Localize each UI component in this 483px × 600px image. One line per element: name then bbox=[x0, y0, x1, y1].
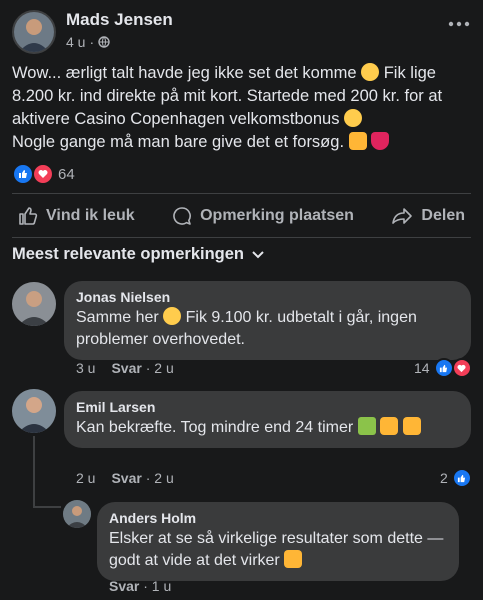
reaction-count[interactable]: 64 bbox=[58, 166, 75, 183]
post-text-part3: Nogle gange må man bare give det et fors… bbox=[12, 133, 345, 151]
meta-separator: · bbox=[89, 34, 95, 50]
smiling-face-emoji-icon bbox=[163, 307, 182, 325]
comment-time[interactable]: 2 u bbox=[76, 470, 95, 486]
reply-time: · 2 u bbox=[145, 470, 174, 486]
more-options-button[interactable] bbox=[448, 8, 470, 34]
like-button-label: Vind ik leuk bbox=[46, 207, 135, 224]
reply-time: · 2 u bbox=[145, 360, 174, 376]
post-time[interactable]: 4 u bbox=[66, 34, 85, 50]
money-with-wings-emoji-icon bbox=[357, 417, 376, 435]
comment-reaction-count: 14 bbox=[414, 360, 430, 376]
like-reaction-icon bbox=[433, 358, 454, 378]
person-avatar-icon bbox=[14, 12, 54, 52]
divider bbox=[12, 193, 471, 194]
commenter-name[interactable]: Jonas Nielsen bbox=[76, 289, 459, 305]
post-meta: 4 u · bbox=[66, 34, 110, 50]
sort-label: Meest relevante opmerkingen bbox=[12, 245, 244, 263]
comment-bubble: Anders Holm Elsker at se så virkelige re… bbox=[97, 502, 459, 581]
comment-meta: 3 u Svar · 2 u bbox=[76, 360, 174, 376]
comment-button[interactable]: Opmerking plaatsen bbox=[166, 206, 360, 226]
person-avatar-icon bbox=[63, 500, 91, 528]
thumbs-up-emoji-icon bbox=[380, 417, 399, 435]
comment-meta: Svar · 1 u bbox=[109, 578, 171, 594]
commenter-name[interactable]: Emil Larsen bbox=[76, 399, 459, 415]
commenter-avatar[interactable] bbox=[63, 500, 91, 528]
person-avatar-icon bbox=[12, 389, 56, 433]
reply-thread-connector bbox=[33, 506, 61, 508]
post-body: Wow... ærligt talt havde jeg ikke set de… bbox=[12, 62, 472, 154]
globe-icon bbox=[98, 36, 110, 48]
more-horizontal-icon bbox=[448, 21, 470, 27]
grinning-sweat-emoji-icon bbox=[344, 109, 363, 127]
raising-hands-emoji-icon bbox=[284, 550, 303, 568]
thumbs-up-emoji-icon bbox=[348, 132, 367, 150]
comment-sort-dropdown[interactable]: Meest relevante opmerkingen bbox=[12, 245, 264, 264]
post-reactions[interactable]: 64 bbox=[12, 163, 75, 185]
comment-text: Elsker at se så virkelige resultater som… bbox=[109, 528, 447, 572]
comment-text-part1: Elsker at se så virkelige resultater som… bbox=[109, 530, 444, 569]
love-reaction-icon bbox=[32, 163, 54, 185]
flushed-face-emoji-icon bbox=[361, 63, 380, 81]
post-text-part1: Wow... ærligt talt havde jeg ikke set de… bbox=[12, 64, 357, 82]
reply-time: · 1 u bbox=[143, 578, 172, 594]
love-reaction-icon bbox=[451, 358, 472, 378]
share-arrow-icon bbox=[392, 208, 413, 224]
divider bbox=[12, 237, 471, 238]
comment-meta: 2 u Svar · 2 u bbox=[76, 470, 174, 486]
comment-text: Samme her Fik 9.100 kr. udbetalt i går, … bbox=[76, 307, 459, 351]
post-actions-bar: Vind ik leuk Opmerking plaatsen Delen bbox=[12, 196, 471, 236]
share-button-label: Delen bbox=[421, 207, 465, 224]
reply-thread-line bbox=[33, 436, 35, 508]
reply-button[interactable]: Svar bbox=[109, 578, 139, 594]
share-button[interactable]: Delen bbox=[385, 206, 471, 226]
comment-text-part1: Samme her bbox=[76, 309, 159, 326]
comment-text: Kan bekræfte. Tog mindre end 24 timer bbox=[76, 417, 459, 439]
comment-reactions[interactable]: 14 bbox=[414, 358, 472, 378]
reply-button[interactable]: Svar bbox=[111, 470, 141, 486]
commenter-avatar[interactable] bbox=[12, 389, 56, 433]
commenter-name[interactable]: Anders Holm bbox=[109, 510, 447, 526]
post-author-name[interactable]: Mads Jensen bbox=[66, 10, 173, 30]
thumbs-up-emoji-icon bbox=[402, 417, 421, 435]
comment-reactions[interactable]: 2 bbox=[440, 468, 472, 488]
chevron-down-icon bbox=[252, 250, 264, 258]
like-reaction-icon bbox=[451, 468, 472, 488]
comment-bubble: Jonas Nielsen Samme her Fik 9.100 kr. ud… bbox=[64, 281, 471, 360]
comment-text-part1: Kan bekræfte. Tog mindre end 24 timer bbox=[76, 419, 354, 436]
like-button[interactable]: Vind ik leuk bbox=[12, 206, 141, 226]
commenter-avatar[interactable] bbox=[12, 282, 56, 326]
thumbs-up-icon bbox=[19, 207, 38, 225]
like-reaction-icon bbox=[12, 163, 34, 185]
person-avatar-icon bbox=[12, 282, 56, 326]
comment-button-label: Opmerking plaatsen bbox=[200, 207, 354, 224]
comment-bubble: Emil Larsen Kan bekræfte. Tog mindre end… bbox=[64, 391, 471, 448]
comment-time[interactable]: 3 u bbox=[76, 360, 95, 376]
comment-reaction-count: 2 bbox=[440, 470, 448, 486]
comment-bubble-icon bbox=[173, 207, 192, 225]
red-heart-emoji-icon bbox=[371, 132, 390, 150]
post-author-avatar[interactable] bbox=[12, 10, 56, 54]
reply-button[interactable]: Svar bbox=[111, 360, 141, 376]
